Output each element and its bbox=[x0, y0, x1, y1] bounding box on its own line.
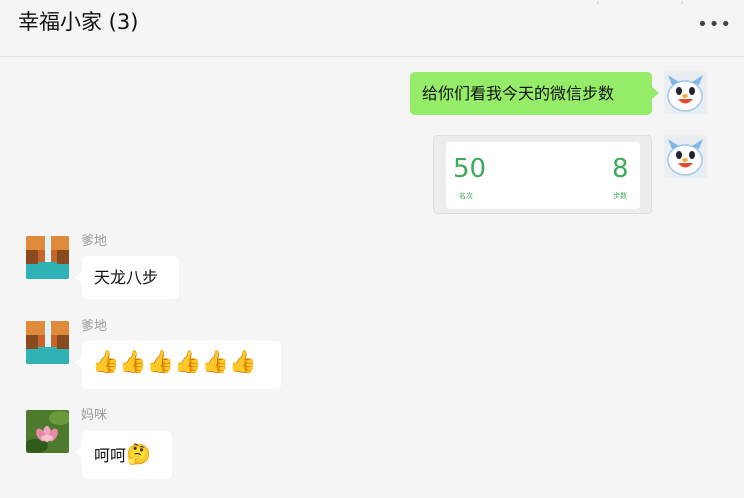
thumbs-up-icon: 👍 bbox=[146, 350, 175, 375]
sender-avatar[interactable] bbox=[26, 236, 69, 279]
thumbs-up-icon: 👍 bbox=[201, 350, 230, 375]
my-message-bubble[interactable]: 给你们看我今天的微信步数 bbox=[410, 72, 652, 115]
chat-header: · · 幸福小家 (3) ••• bbox=[0, 0, 744, 57]
sender-avatar[interactable] bbox=[26, 410, 69, 453]
penguin-avatar-icon bbox=[664, 135, 707, 178]
other-message-bubble[interactable]: 天龙八步 bbox=[82, 256, 179, 299]
penguin-avatar-icon bbox=[664, 71, 707, 114]
other-message-bubble[interactable]: 呵呵🤔 bbox=[82, 431, 172, 479]
sender-name: 爹地 bbox=[81, 234, 108, 249]
message-text: 给你们看我今天的微信步数 bbox=[422, 84, 615, 103]
my-avatar[interactable] bbox=[664, 135, 707, 178]
waterfall-avatar-icon bbox=[26, 236, 69, 279]
window-control-icon[interactable]: · bbox=[680, 0, 684, 10]
other-message-bubble[interactable]: 👍👍👍👍👍👍 bbox=[82, 341, 281, 389]
thumbs-up-icon: 👍 bbox=[174, 350, 202, 375]
steps-label: 步数 bbox=[613, 192, 627, 200]
rank-value: 50 bbox=[453, 154, 487, 184]
steps-value: 8 bbox=[612, 154, 629, 184]
bubble-tail bbox=[75, 357, 82, 369]
window-control-icon[interactable]: · bbox=[596, 0, 600, 10]
thumbs-up-icon: 👍 bbox=[119, 350, 147, 375]
message-text: 呵呵 bbox=[94, 446, 127, 465]
bubble-tail bbox=[652, 87, 659, 99]
sender-avatar[interactable] bbox=[26, 321, 69, 364]
rank-label: 名次 bbox=[459, 192, 473, 200]
message-text: 天龙八步 bbox=[94, 268, 159, 287]
sender-name: 爹地 bbox=[81, 319, 108, 334]
step-rank-card[interactable]: 50 名次 8 步数 bbox=[433, 135, 652, 214]
thumbs-up-icon: 👍 bbox=[92, 350, 120, 375]
sender-name: 妈咪 bbox=[81, 408, 108, 423]
my-avatar[interactable] bbox=[664, 71, 707, 114]
more-options-icon[interactable]: ••• bbox=[697, 14, 732, 35]
lotus-avatar-icon bbox=[26, 410, 69, 453]
bubble-tail bbox=[75, 271, 82, 283]
bubble-tail bbox=[75, 446, 82, 458]
chat-title: 幸福小家 (3) bbox=[18, 10, 139, 34]
step-rank-card-body: 50 名次 8 步数 bbox=[446, 142, 640, 209]
thumbs-up-icon: 👍 bbox=[229, 350, 257, 375]
thinking-face-icon: 🤔 bbox=[126, 442, 151, 466]
waterfall-avatar-icon bbox=[26, 321, 69, 364]
